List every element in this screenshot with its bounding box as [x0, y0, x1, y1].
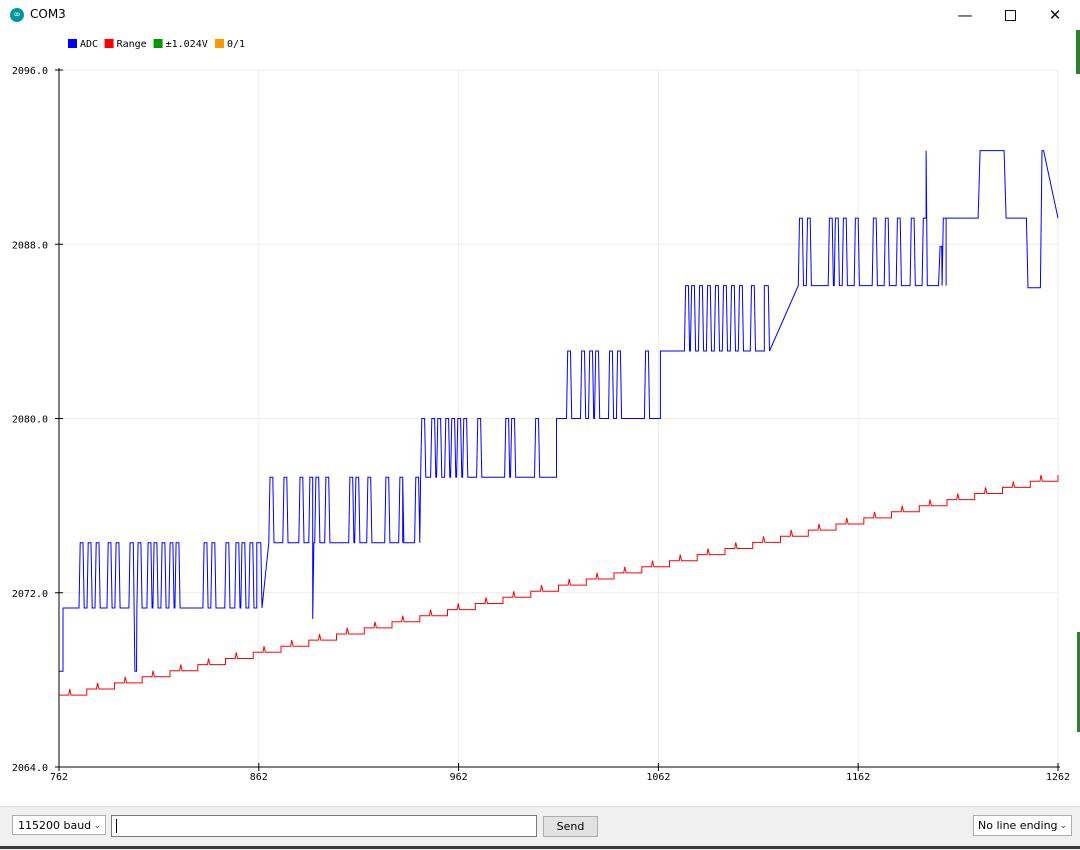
y-tick-label: 2064.0: [12, 763, 48, 774]
maximize-button[interactable]: [987, 0, 1033, 30]
baud-rate-value: 115200 baud: [18, 819, 92, 832]
baud-rate-select[interactable]: 115200 baud ⌄: [12, 815, 106, 835]
legend-label: ±1.024V: [166, 39, 208, 50]
legend-label: ADC: [80, 39, 98, 50]
x-tick-label: 1162: [846, 772, 870, 783]
x-tick-label: 762: [50, 772, 68, 783]
x-tick-label: 1062: [646, 772, 670, 783]
range-series-line: [59, 474, 1059, 696]
serial-input-field[interactable]: [111, 815, 537, 837]
arduino-icon: ∞: [10, 8, 24, 22]
legend-label: 0/1: [227, 39, 245, 50]
legend-swatch: [68, 39, 77, 48]
title-bar: ∞ COM3 — ✕: [0, 0, 1080, 30]
window-title: COM3: [30, 7, 66, 21]
send-button[interactable]: Send: [543, 816, 598, 837]
text-cursor: [116, 819, 117, 833]
bottom-toolbar: 115200 baud ⌄ Send No line ending ⌄: [0, 806, 1080, 850]
legend-label: Range: [117, 39, 147, 50]
legend-swatch: [215, 39, 224, 48]
line-ending-value: No line ending: [978, 819, 1058, 832]
y-tick-label: 2072.0: [12, 589, 48, 600]
y-tick-label: 2080.0: [12, 415, 48, 426]
chevron-down-icon: ⌄: [93, 821, 101, 831]
x-tick-label: 1262: [1046, 772, 1070, 783]
legend-swatch: [104, 39, 114, 48]
y-tick-label: 2088.0: [12, 240, 48, 251]
line-ending-select[interactable]: No line ending ⌄: [973, 815, 1072, 836]
minimize-icon: —: [957, 6, 973, 24]
close-icon: ✕: [1048, 6, 1062, 24]
close-button[interactable]: ✕: [1032, 0, 1078, 30]
minimize-button[interactable]: —: [942, 0, 988, 30]
chevron-down-icon: ⌄: [1059, 821, 1067, 831]
serial-plotter-chart: 2064.0 2072.0 2080.0 2088.0 2096.0 762 862 962 1…: [12, 39, 1070, 783]
x-tick-label: 862: [250, 772, 268, 783]
x-tick-label: 962: [450, 772, 468, 783]
maximize-icon: [1004, 10, 1016, 21]
y-tick-label: 2096.0: [12, 66, 48, 77]
legend-swatch: [153, 39, 163, 48]
background-window-edge: [1076, 30, 1080, 74]
